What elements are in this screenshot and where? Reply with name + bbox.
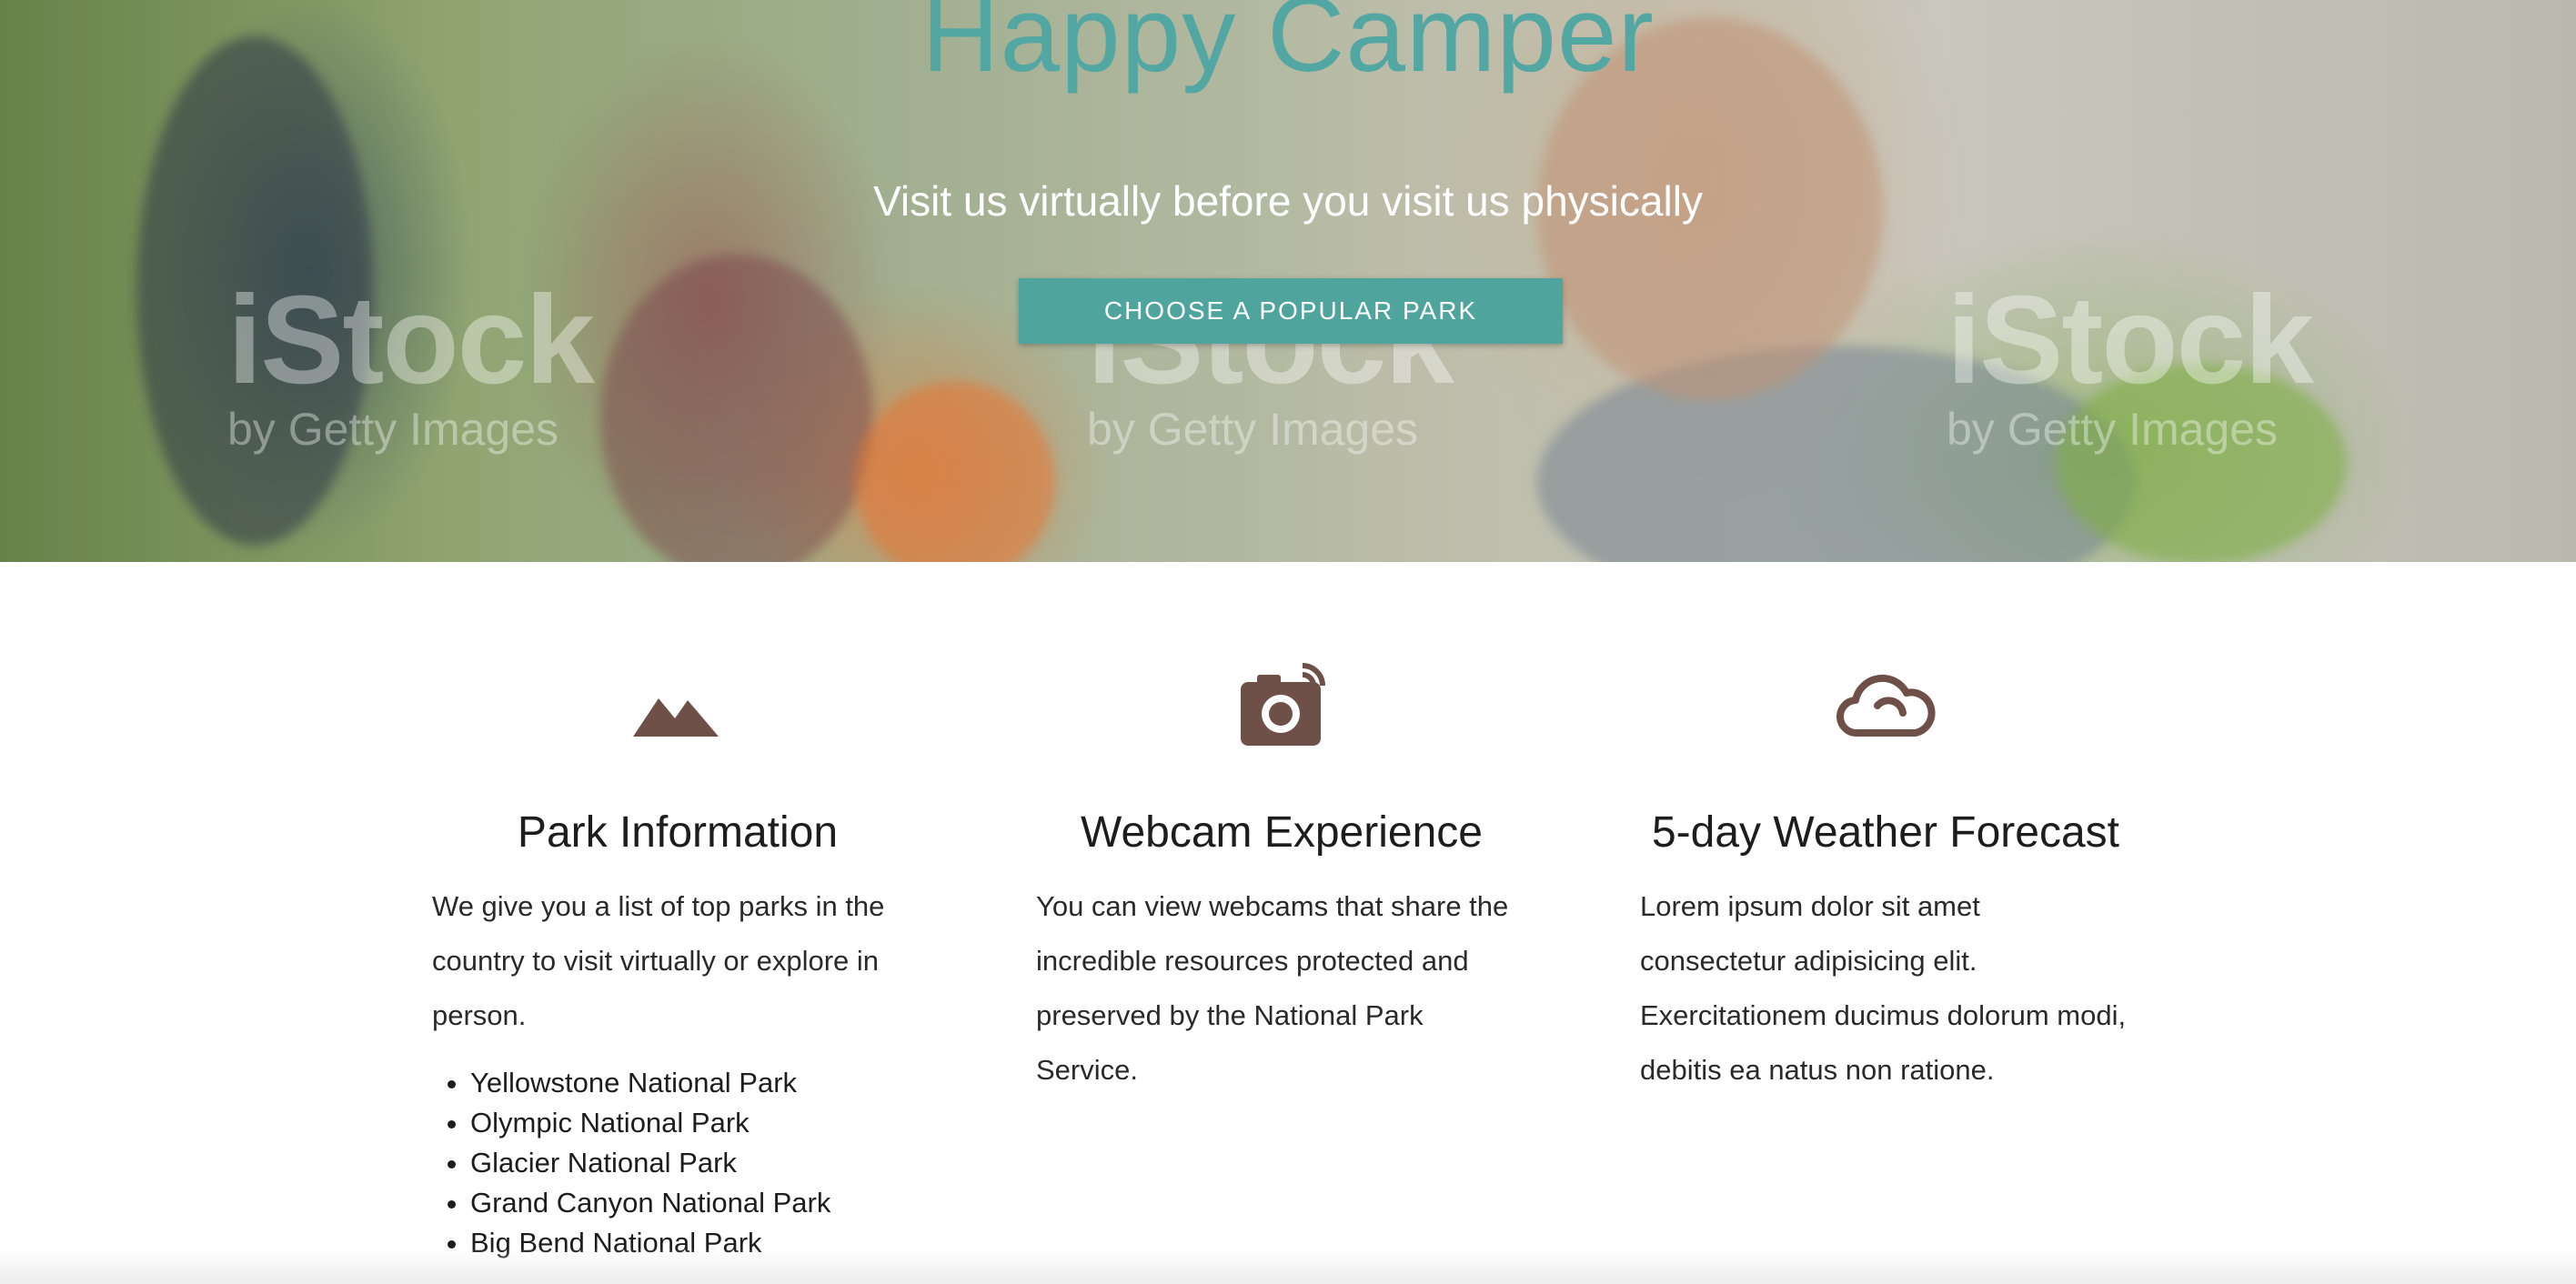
feature-title: 5-day Weather Forecast bbox=[1651, 808, 2119, 857]
hero-banner: iStock by Getty Images iStock by Getty I… bbox=[0, 0, 2576, 562]
hero-subtitle: Visit us virtually before you visit us p… bbox=[873, 177, 1703, 225]
list-item: Glacier National Park bbox=[470, 1143, 923, 1183]
features-section: Park Information We give you a list of t… bbox=[0, 562, 2576, 1284]
watermark: iStock by Getty Images bbox=[227, 270, 595, 455]
park-list: Yellowstone National Park Olympic Nation… bbox=[432, 1063, 923, 1263]
camera-icon bbox=[1232, 662, 1332, 749]
watermark: iStock by Getty Images bbox=[1947, 270, 2314, 455]
watermark-main: iStock bbox=[227, 270, 595, 410]
watermark-sub: by Getty Images bbox=[227, 404, 559, 455]
list-item: Grand Canyon National Park bbox=[470, 1183, 923, 1223]
list-item: Olympic National Park bbox=[470, 1103, 923, 1143]
feature-webcam-experience: Webcam Experience You can view webcams t… bbox=[1036, 662, 1527, 1098]
feature-description: Lorem ipsum dolor sit amet consectetur a… bbox=[1640, 890, 2127, 1086]
feature-title: Webcam Experience bbox=[1081, 808, 1483, 857]
mountain-icon bbox=[628, 662, 728, 749]
feature-description: We give you a list of top parks in the c… bbox=[432, 890, 885, 1031]
feature-park-information: Park Information We give you a list of t… bbox=[432, 662, 923, 1263]
feature-weather-forecast: 5-day Weather Forecast Lorem ipsum dolor… bbox=[1640, 662, 2131, 1098]
choose-park-button[interactable]: CHOOSE A POPULAR PARK bbox=[1019, 278, 1563, 344]
feature-title: Park Information bbox=[517, 808, 839, 857]
watermark-sub: by Getty Images bbox=[1947, 404, 2279, 455]
page-title: Happy Camper bbox=[921, 0, 1655, 95]
watermark-sub: by Getty Images bbox=[1087, 404, 1419, 455]
bottom-fade bbox=[0, 1248, 2576, 1284]
watermark-main: iStock bbox=[1947, 270, 2314, 410]
cloud-icon bbox=[1836, 662, 1936, 749]
feature-description: You can view webcams that share the incr… bbox=[1036, 890, 1509, 1086]
list-item: Yellowstone National Park bbox=[470, 1063, 923, 1103]
